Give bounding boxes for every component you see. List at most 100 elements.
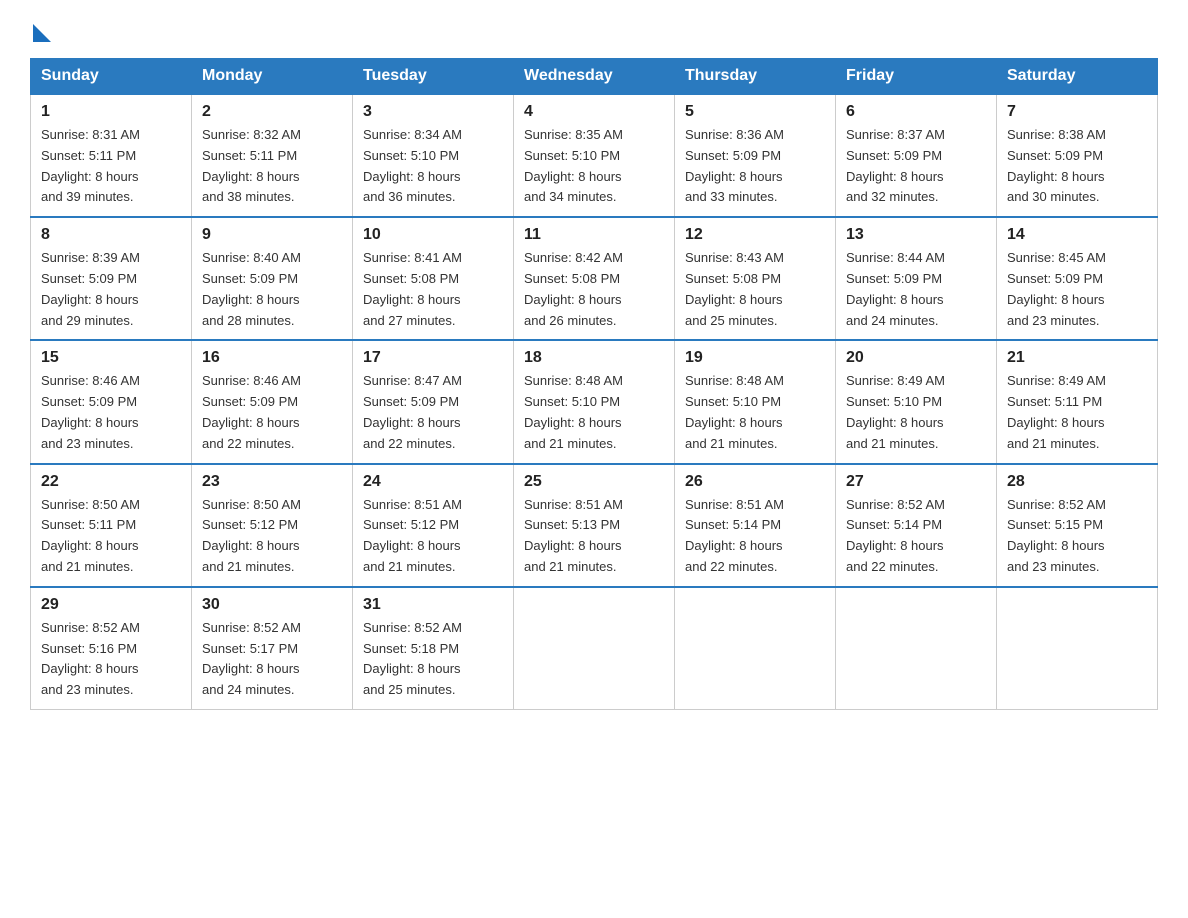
day-info: Sunrise: 8:43 AMSunset: 5:08 PMDaylight:… (685, 248, 825, 331)
day-number: 9 (202, 226, 342, 244)
week-row-4: 22 Sunrise: 8:50 AMSunset: 5:11 PMDayligh… (31, 464, 1158, 587)
day-info: Sunrise: 8:51 AMSunset: 5:12 PMDaylight:… (363, 495, 503, 578)
day-info: Sunrise: 8:38 AMSunset: 5:09 PMDaylight:… (1007, 125, 1147, 208)
calendar-cell: 4 Sunrise: 8:35 AMSunset: 5:10 PMDaylight… (514, 94, 675, 217)
day-info: Sunrise: 8:52 AMSunset: 5:17 PMDaylight:… (202, 618, 342, 701)
day-info: Sunrise: 8:32 AMSunset: 5:11 PMDaylight:… (202, 125, 342, 208)
page-header (30, 20, 1158, 38)
week-row-1: 1 Sunrise: 8:31 AMSunset: 5:11 PMDaylight… (31, 94, 1158, 217)
day-number: 2 (202, 103, 342, 121)
day-number: 13 (846, 226, 986, 244)
calendar-cell: 8 Sunrise: 8:39 AMSunset: 5:09 PMDaylight… (31, 217, 192, 340)
day-number: 28 (1007, 473, 1147, 491)
col-header-monday: Monday (192, 59, 353, 95)
calendar-cell: 23 Sunrise: 8:50 AMSunset: 5:12 PMDayligh… (192, 464, 353, 587)
day-number: 25 (524, 473, 664, 491)
calendar-cell: 27 Sunrise: 8:52 AMSunset: 5:14 PMDayligh… (836, 464, 997, 587)
calendar-cell: 10Sunrise: 8:41 AMSunset: 5:08 PMDayligh… (353, 217, 514, 340)
calendar-cell: 26 Sunrise: 8:51 AMSunset: 5:14 PMDayligh… (675, 464, 836, 587)
calendar-cell: 7Sunrise: 8:38 AMSunset: 5:09 PMDaylight… (997, 94, 1158, 217)
day-info: Sunrise: 8:46 AMSunset: 5:09 PMDaylight:… (41, 371, 181, 454)
day-info: Sunrise: 8:52 AMSunset: 5:15 PMDaylight:… (1007, 495, 1147, 578)
day-info: Sunrise: 8:40 AMSunset: 5:09 PMDaylight:… (202, 248, 342, 331)
day-number: 3 (363, 103, 503, 121)
calendar-cell: 5 Sunrise: 8:36 AMSunset: 5:09 PMDaylight… (675, 94, 836, 217)
day-number: 20 (846, 349, 986, 367)
day-number: 23 (202, 473, 342, 491)
day-number: 26 (685, 473, 825, 491)
calendar-cell: 14 Sunrise: 8:45 AMSunset: 5:09 PMDayligh… (997, 217, 1158, 340)
day-info: Sunrise: 8:35 AMSunset: 5:10 PMDaylight:… (524, 125, 664, 208)
calendar-cell (675, 587, 836, 710)
calendar-header-row: SundayMondayTuesdayWednesdayThursdayFrid… (31, 59, 1158, 95)
calendar-cell (836, 587, 997, 710)
calendar-cell: 20 Sunrise: 8:49 AMSunset: 5:10 PMDayligh… (836, 340, 997, 463)
day-number: 31 (363, 596, 503, 614)
calendar-cell: 16 Sunrise: 8:46 AMSunset: 5:09 PMDayligh… (192, 340, 353, 463)
calendar-cell: 31 Sunrise: 8:52 AMSunset: 5:18 PMDayligh… (353, 587, 514, 710)
day-info: Sunrise: 8:50 AMSunset: 5:12 PMDaylight:… (202, 495, 342, 578)
week-row-2: 8 Sunrise: 8:39 AMSunset: 5:09 PMDaylight… (31, 217, 1158, 340)
col-header-tuesday: Tuesday (353, 59, 514, 95)
day-info: Sunrise: 8:46 AMSunset: 5:09 PMDaylight:… (202, 371, 342, 454)
col-header-sunday: Sunday (31, 59, 192, 95)
day-info: Sunrise: 8:48 AMSunset: 5:10 PMDaylight:… (685, 371, 825, 454)
day-info: Sunrise: 8:41 AMSunset: 5:08 PMDaylight:… (363, 248, 503, 331)
calendar-cell: 1 Sunrise: 8:31 AMSunset: 5:11 PMDaylight… (31, 94, 192, 217)
week-row-5: 29 Sunrise: 8:52 AMSunset: 5:16 PMDayligh… (31, 587, 1158, 710)
calendar-cell: 12 Sunrise: 8:43 AMSunset: 5:08 PMDayligh… (675, 217, 836, 340)
calendar-cell: 13 Sunrise: 8:44 AMSunset: 5:09 PMDayligh… (836, 217, 997, 340)
col-header-saturday: Saturday (997, 59, 1158, 95)
day-number: 1 (41, 103, 181, 121)
day-number: 29 (41, 596, 181, 614)
day-number: 24 (363, 473, 503, 491)
col-header-wednesday: Wednesday (514, 59, 675, 95)
day-info: Sunrise: 8:31 AMSunset: 5:11 PMDaylight:… (41, 125, 181, 208)
calendar-cell: 21Sunrise: 8:49 AMSunset: 5:11 PMDayligh… (997, 340, 1158, 463)
day-number: 21 (1007, 349, 1147, 367)
day-number: 14 (1007, 226, 1147, 244)
day-number: 8 (41, 226, 181, 244)
day-info: Sunrise: 8:45 AMSunset: 5:09 PMDaylight:… (1007, 248, 1147, 331)
calendar-cell: 24 Sunrise: 8:51 AMSunset: 5:12 PMDayligh… (353, 464, 514, 587)
day-number: 11 (524, 226, 664, 244)
calendar-cell: 9 Sunrise: 8:40 AMSunset: 5:09 PMDaylight… (192, 217, 353, 340)
calendar-cell: 25 Sunrise: 8:51 AMSunset: 5:13 PMDayligh… (514, 464, 675, 587)
calendar-cell: 29 Sunrise: 8:52 AMSunset: 5:16 PMDayligh… (31, 587, 192, 710)
day-number: 30 (202, 596, 342, 614)
calendar-cell: 11Sunrise: 8:42 AMSunset: 5:08 PMDayligh… (514, 217, 675, 340)
day-number: 27 (846, 473, 986, 491)
calendar-cell: 2 Sunrise: 8:32 AMSunset: 5:11 PMDaylight… (192, 94, 353, 217)
day-number: 15 (41, 349, 181, 367)
day-info: Sunrise: 8:50 AMSunset: 5:11 PMDaylight:… (41, 495, 181, 578)
col-header-thursday: Thursday (675, 59, 836, 95)
day-number: 16 (202, 349, 342, 367)
day-info: Sunrise: 8:52 AMSunset: 5:16 PMDaylight:… (41, 618, 181, 701)
day-info: Sunrise: 8:39 AMSunset: 5:09 PMDaylight:… (41, 248, 181, 331)
day-info: Sunrise: 8:49 AMSunset: 5:10 PMDaylight:… (846, 371, 986, 454)
day-number: 18 (524, 349, 664, 367)
day-info: Sunrise: 8:52 AMSunset: 5:18 PMDaylight:… (363, 618, 503, 701)
day-info: Sunrise: 8:51 AMSunset: 5:14 PMDaylight:… (685, 495, 825, 578)
day-info: Sunrise: 8:34 AMSunset: 5:10 PMDaylight:… (363, 125, 503, 208)
day-info: Sunrise: 8:47 AMSunset: 5:09 PMDaylight:… (363, 371, 503, 454)
day-number: 12 (685, 226, 825, 244)
day-info: Sunrise: 8:36 AMSunset: 5:09 PMDaylight:… (685, 125, 825, 208)
day-info: Sunrise: 8:37 AMSunset: 5:09 PMDaylight:… (846, 125, 986, 208)
calendar-cell: 22 Sunrise: 8:50 AMSunset: 5:11 PMDayligh… (31, 464, 192, 587)
calendar-cell: 30 Sunrise: 8:52 AMSunset: 5:17 PMDayligh… (192, 587, 353, 710)
day-number: 5 (685, 103, 825, 121)
calendar-cell: 3 Sunrise: 8:34 AMSunset: 5:10 PMDaylight… (353, 94, 514, 217)
day-info: Sunrise: 8:52 AMSunset: 5:14 PMDaylight:… (846, 495, 986, 578)
calendar-cell: 6Sunrise: 8:37 AMSunset: 5:09 PMDaylight… (836, 94, 997, 217)
calendar-cell: 19Sunrise: 8:48 AMSunset: 5:10 PMDayligh… (675, 340, 836, 463)
day-info: Sunrise: 8:44 AMSunset: 5:09 PMDaylight:… (846, 248, 986, 331)
calendar-table: SundayMondayTuesdayWednesdayThursdayFrid… (30, 58, 1158, 710)
logo (30, 20, 51, 38)
day-number: 22 (41, 473, 181, 491)
day-number: 4 (524, 103, 664, 121)
day-info: Sunrise: 8:48 AMSunset: 5:10 PMDaylight:… (524, 371, 664, 454)
day-info: Sunrise: 8:51 AMSunset: 5:13 PMDaylight:… (524, 495, 664, 578)
calendar-cell: 18 Sunrise: 8:48 AMSunset: 5:10 PMDayligh… (514, 340, 675, 463)
calendar-cell: 17Sunrise: 8:47 AMSunset: 5:09 PMDayligh… (353, 340, 514, 463)
